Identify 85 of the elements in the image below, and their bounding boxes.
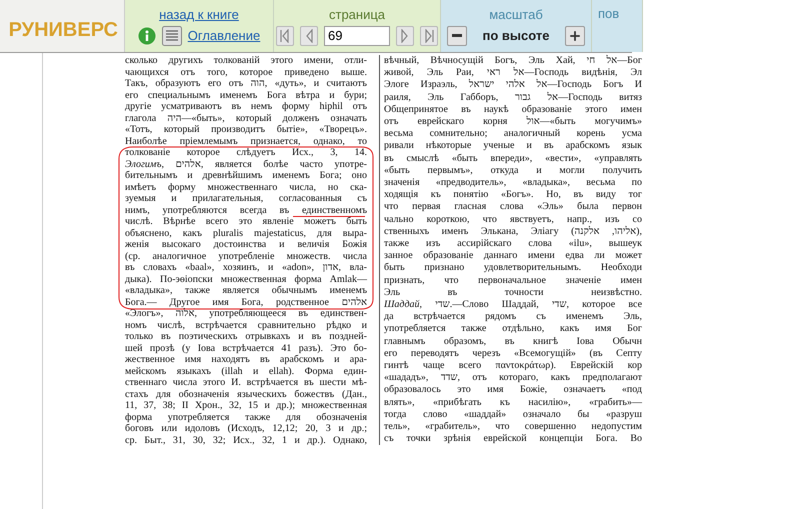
text-line: стахъ для обозначенія языческихъ божествъ (Дан., [125, 388, 367, 400]
text-line: въ смыслѣ «быть впереди», «вести», «управлять [384, 152, 642, 165]
contents-list-icon[interactable] [162, 26, 182, 46]
text-line: Наиболѣе пріемлемымъ признается, однако, то [125, 136, 367, 147]
text-line: въ словахъ «baal», хозяинъ, и «adon», אדון, вла- [125, 262, 367, 274]
text-line: жественное имя находятъ въ арабскомъ и ара- [125, 354, 367, 366]
text-line: имѣетъ форму множественнаго числа, но ска- [125, 182, 367, 193]
text-line: зуемыя и прилагательныя, согласованныя съ [125, 193, 367, 204]
text-line: чально короткою, что явствуетъ, напр., изъ со [384, 214, 642, 226]
text-line: ственныхъ именъ Элькана, Эліагу (אליהו, אלקנה), [384, 226, 642, 238]
text-line: тогда слово «шаддай» означало бы «разруш [384, 408, 642, 422]
zoom-out-button[interactable] [446, 26, 467, 46]
text-line: бительнымъ и древнѣйшимъ именемъ Бога; оно [125, 170, 367, 182]
text-line: вѣчный, Вѣчносущій Богъ, Эль Хай, אל חי—Бог [384, 55, 642, 66]
text-line: занное образованіе даннаго имени едва ли может [384, 250, 642, 262]
text-line: употребляется также отдѣльно, какъ имя Бог [384, 323, 642, 336]
text-line: шей прозѣ (у Іова встрѣчается 41 разъ). Это бо- [125, 342, 367, 354]
text-line: чающихся отъ того, которое приведено выше. [125, 66, 367, 78]
text-line: сколько другихъ толкованій этого имени, отли- [125, 55, 367, 66]
text-line: признать, что первоначальное значеніе имен [384, 274, 642, 287]
contents-link[interactable]: Оглавление [188, 28, 260, 43]
text-line: дыка). По-эѳіопски множественная форма Amlak— [125, 274, 367, 285]
text-line: 11, 37, 38; II Хрон., 32, 15 и др.); множественная [125, 400, 367, 412]
last-page-button[interactable] [420, 26, 438, 46]
zoom-in-button[interactable] [565, 26, 586, 46]
text-line: Бога.— Другое имя Бога, родственное אלהים [125, 296, 367, 308]
text-line: ственнаго числа этого И. встрѣчается въ шести мѣ- [125, 377, 367, 388]
next-page-button[interactable] [396, 26, 414, 46]
text-line: да встрѣчается рядомъ съ именемъ Эль, [384, 311, 642, 324]
text-line: весьма сомнительно; аналогичный корень усма [384, 128, 642, 140]
page-number-field[interactable]: 69 [324, 26, 390, 46]
text-line: ср. Быт., 31, 30, 32; Исх., 32, 1 и др.). Однако, [125, 434, 367, 446]
text-line: номъ числѣ, встрѣчается сравнительно рѣдко и [125, 320, 367, 331]
info-icon[interactable] [138, 26, 156, 44]
text-line: «Элогъ», אלוה, употребляющееся въ единствен- [125, 308, 367, 320]
text-line: ривали нѣкоторые ученые и въ арабскомъ язык [384, 140, 642, 153]
text-line: живой, Эль Раи, אל ראי—Господь видѣнія, Эл [384, 67, 642, 78]
minus-icon [452, 34, 462, 37]
text-line: отъ еврейскаго корня אול—«быть могучимъ» [384, 116, 642, 128]
text-line: «владыка», также является обычнымъ именемъ [125, 285, 367, 296]
text-line: глагола היה—«быть», который долженъ означать [125, 112, 367, 124]
text-line: толкованіе которое слѣдуетъ Исх., 3, 14. [125, 147, 367, 158]
text-line: тель», «грабитель», что совершенно недопустим [384, 421, 642, 434]
next-page-icon [400, 28, 410, 42]
text-line: раиля, Эль Габборъ, אל גבור—Господь витяз [384, 92, 642, 104]
text-line: боговъ или идоловъ (Исходъ, 12,12; 20, 3 и др.; [125, 423, 367, 434]
last-page-icon [424, 28, 434, 42]
text-line: нимъ, употребляются всегда въ единственномъ [125, 204, 367, 216]
text-line: только въ поэтическихъ отрывкахъ и въ поздней- [125, 331, 367, 342]
first-page-icon [280, 28, 290, 42]
text-line: Эль въ точности неизвѣстно. [384, 286, 642, 300]
text-line: «шададъ», שדד, отъ котораго, какъ предполагают [384, 372, 642, 384]
text-line: «Тотъ, который производитъ бытіе», «Творецъ». [125, 124, 367, 136]
plus-icon [568, 28, 582, 42]
text-line: гинтѣ чаще всего παντοκράτωρ). Еврейскій кор [384, 360, 642, 372]
text-line: значенія «предводитель», «владыка», весьма по [384, 177, 642, 190]
text-line: его переводятъ черезъ «Всемогущій» (въ Септу [384, 348, 642, 360]
text-line: «быть первымъ», откуда и могли получить [384, 164, 642, 178]
text-line: главнымъ образомъ, въ книгѣ Іова Обычн [384, 336, 642, 348]
section-title: пов [597, 6, 620, 20]
text-line: влять», «прибѣгать къ насилію», «грабить»— [384, 396, 642, 409]
page-section-title: страница [328, 6, 386, 22]
text-line: образовалось это имя Божіе, означаетъ «под [384, 384, 642, 397]
text-line: числѣ. Вѣрнѣе всего это явленіе можетъ быть [125, 216, 367, 228]
text-line: Общепринятое въ наукѣ образованіе этого имен [384, 104, 642, 116]
previous-page-button[interactable] [300, 26, 318, 46]
text-line: быть признано удовлетворительнымъ. Необходи [384, 262, 642, 275]
text-line: его специальнымъ именемъ Бога вѣтра и бури; [125, 90, 367, 101]
text-line: Элоге Израэль, אל אלהי ישראל—Господь Богъ И [384, 79, 642, 92]
text-line: женія высокаго достоинства и величія Божія [125, 239, 367, 250]
text-line: также изъ ассирійскаго слова «ilu», вышеук [384, 238, 642, 250]
text-line: (ср. аналогичное употребленіе множеств. числа [125, 250, 367, 262]
text-line: другіе усматриваютъ въ немъ форму hiphil отъ [125, 101, 367, 112]
text-line: ходящія къ понятію «Богъ». Но, въ виду тог [384, 189, 642, 202]
back-to-book-link[interactable]: назад к книге [159, 6, 239, 22]
text-line: съ точки зрѣнія еврейской концепціи Бога. Во [384, 433, 642, 446]
first-page-button[interactable] [276, 26, 294, 46]
previous-page-icon [304, 28, 314, 42]
scale-mode-label: по высоте [482, 28, 550, 43]
text-line: объяснено, какъ pluralis majestaticus, для выра- [125, 228, 367, 239]
text-line: мейскомъ языкахъ (illah и ellah). Форма един- [125, 366, 367, 377]
text-line: Такъ, образуютъ его отъ הוה, «дуть», и считаютъ [125, 78, 367, 90]
scale-section-title: масштаб [489, 6, 543, 22]
text-line: форма употребляется также для обозначенія [125, 412, 367, 423]
text-line: что первая гласная слова «Эль» была первон [384, 201, 642, 214]
